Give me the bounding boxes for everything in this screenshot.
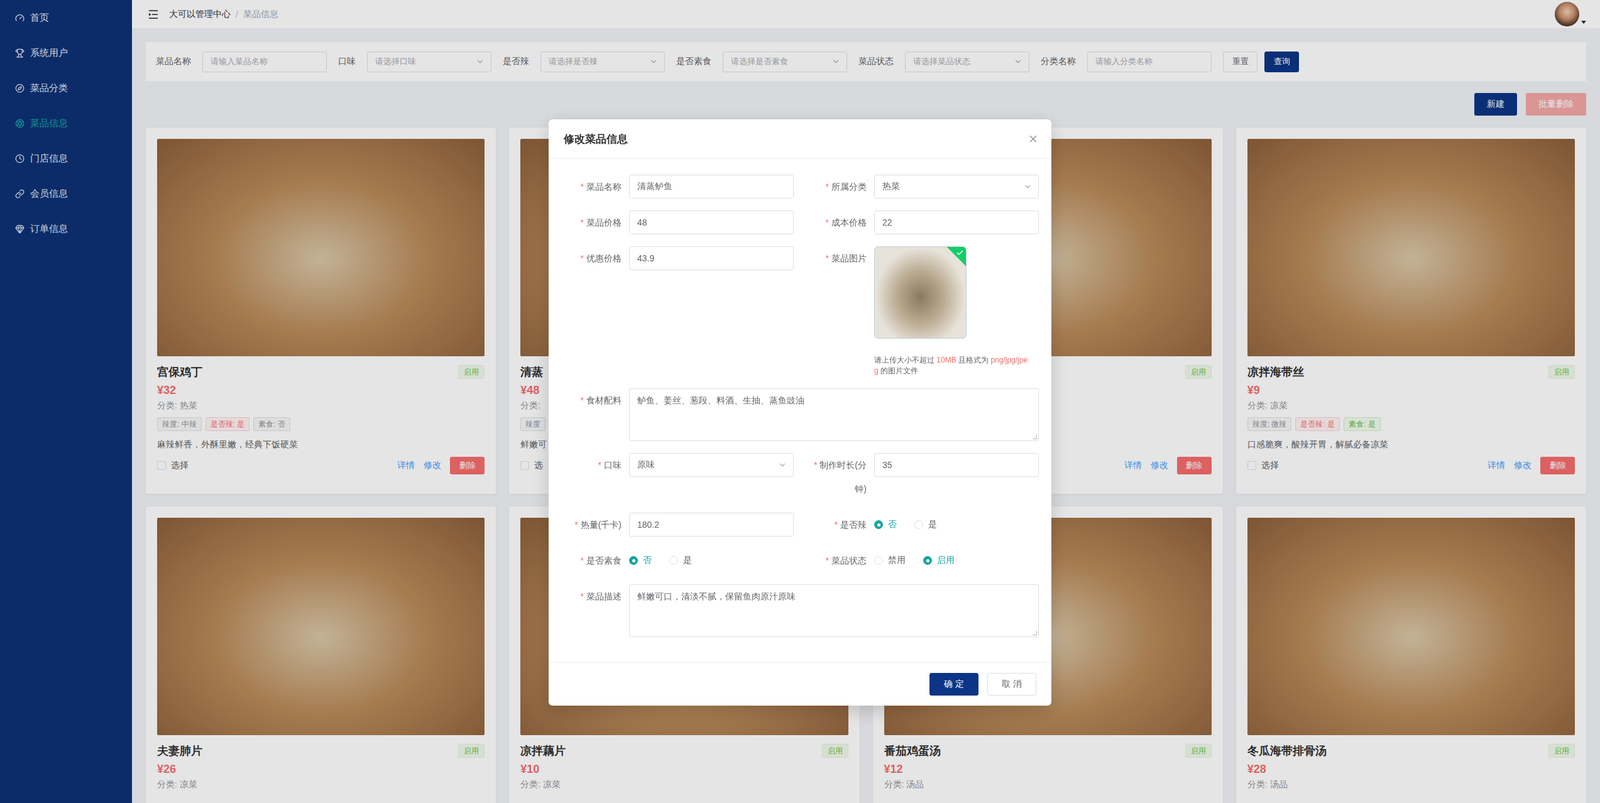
field-label: *是否素食 [561,548,622,573]
close-button[interactable] [1027,133,1039,145]
radio-group: 禁用 启用 [874,548,1039,573]
form-row: *成本价格 22 [806,210,1039,235]
textarea-field[interactable]: 鲈鱼、姜丝、葱段、料酒、生抽、蒸鱼豉油 [629,388,1039,442]
form-row: *菜品描述鲜嫩可口，清淡不腻，保留鱼肉原汁原味 [561,584,1039,638]
check-icon [955,249,964,258]
field-label: *优惠价格 [561,246,622,271]
text-field[interactable]: 35 [874,453,1039,477]
select-field[interactable]: 原味 [629,453,794,477]
form-row: *菜品状态禁用 启用 [806,548,1039,573]
field-label: *成本价格 [806,210,867,235]
field-label: *菜品价格 [561,210,622,235]
uploaded-image[interactable] [874,246,967,339]
chevron-down-icon [778,460,787,470]
radio-option[interactable]: 否 [874,519,897,531]
form-row: *菜品名称清蒸鲈鱼 [561,174,794,199]
radio-option[interactable]: 是 [669,554,692,567]
field-label: *菜品状态 [806,548,867,573]
confirm-button[interactable]: 确 定 [929,673,979,696]
form-row: *口味原味 [561,453,794,501]
text-field[interactable]: 清蒸鲈鱼 [629,174,794,199]
form-row: *菜品价格 48 [561,210,794,235]
form-row: *是否素食否是 [561,548,794,573]
text-field[interactable]: 22 [874,210,1039,235]
field-label: *制作时长(分钟) [806,453,867,501]
field-label: *菜品名称 [561,174,622,199]
dish-form: *菜品名称清蒸鲈鱼*所属分类热菜*菜品价格48*成本价格22*优惠价格43.9*… [548,158,1052,663]
field-label: *热量(千卡) [561,512,622,537]
dialog-title: 修改菜品信息 [563,131,628,147]
text-field[interactable]: 48 [629,210,794,235]
form-row: *菜品图片请上传大小不超过 10MB 且格式为 png/jpg/jpeg 的图片… [806,246,1039,377]
upload-success-badge [946,246,967,267]
close-icon [1027,133,1039,145]
radio-group: 否是 [629,548,794,573]
radio-option[interactable]: 是 [914,519,937,531]
chevron-down-icon [1023,182,1032,192]
field-label: *口味 [561,453,622,477]
form-row: *热量(千卡) 180.2 [561,512,794,537]
radio-option[interactable]: 禁用 [874,554,906,567]
cancel-button[interactable]: 取 消 [987,673,1037,696]
radio-option[interactable]: 启用 [923,554,955,567]
upload-hint: 请上传大小不超过 10MB 且格式为 png/jpg/jpeg 的图片文件 [874,355,1029,377]
page: 首页系统用户菜品分类菜品信息门店信息会员信息订单信息大可以管理中心/菜品信息菜品… [0,0,1600,803]
text-field[interactable]: 43.9 [629,246,794,271]
field-label: *是否辣 [806,512,867,537]
field-label: *食材配料 [561,388,622,413]
form-row: *制作时长(分钟) 35 [806,453,1039,501]
select-field[interactable]: 热菜 [874,174,1039,199]
radio-group: 否是 [874,512,1039,537]
text-field[interactable]: 180.2 [629,512,794,537]
radio-option[interactable]: 否 [629,554,652,567]
field-label: *菜品描述 [561,584,622,609]
form-row: *优惠价格 43.9 [561,246,794,377]
form-row: *是否辣否是 [806,512,1039,537]
field-label: *菜品图片 [806,246,867,271]
edit-dialog: 修改菜品信息 *菜品名称清蒸鲈鱼 *所属分类热菜 *菜品价格 48 *成本价格 22 *优惠价… [548,119,1052,706]
modal-overlay: 修改菜品信息 *菜品名称清蒸鲈鱼 *所属分类热菜 *菜品价格 48 *成本价格 22 *优惠价… [0,0,1600,803]
form-row: *食材配料鲈鱼、姜丝、葱段、料酒、生抽、蒸鱼豉油 [561,388,1039,442]
field-label: *所属分类 [806,174,867,199]
form-row: *所属分类热菜 [806,174,1039,199]
textarea-field[interactable]: 鲜嫩可口，清淡不腻，保留鱼肉原汁原味 [629,584,1039,638]
